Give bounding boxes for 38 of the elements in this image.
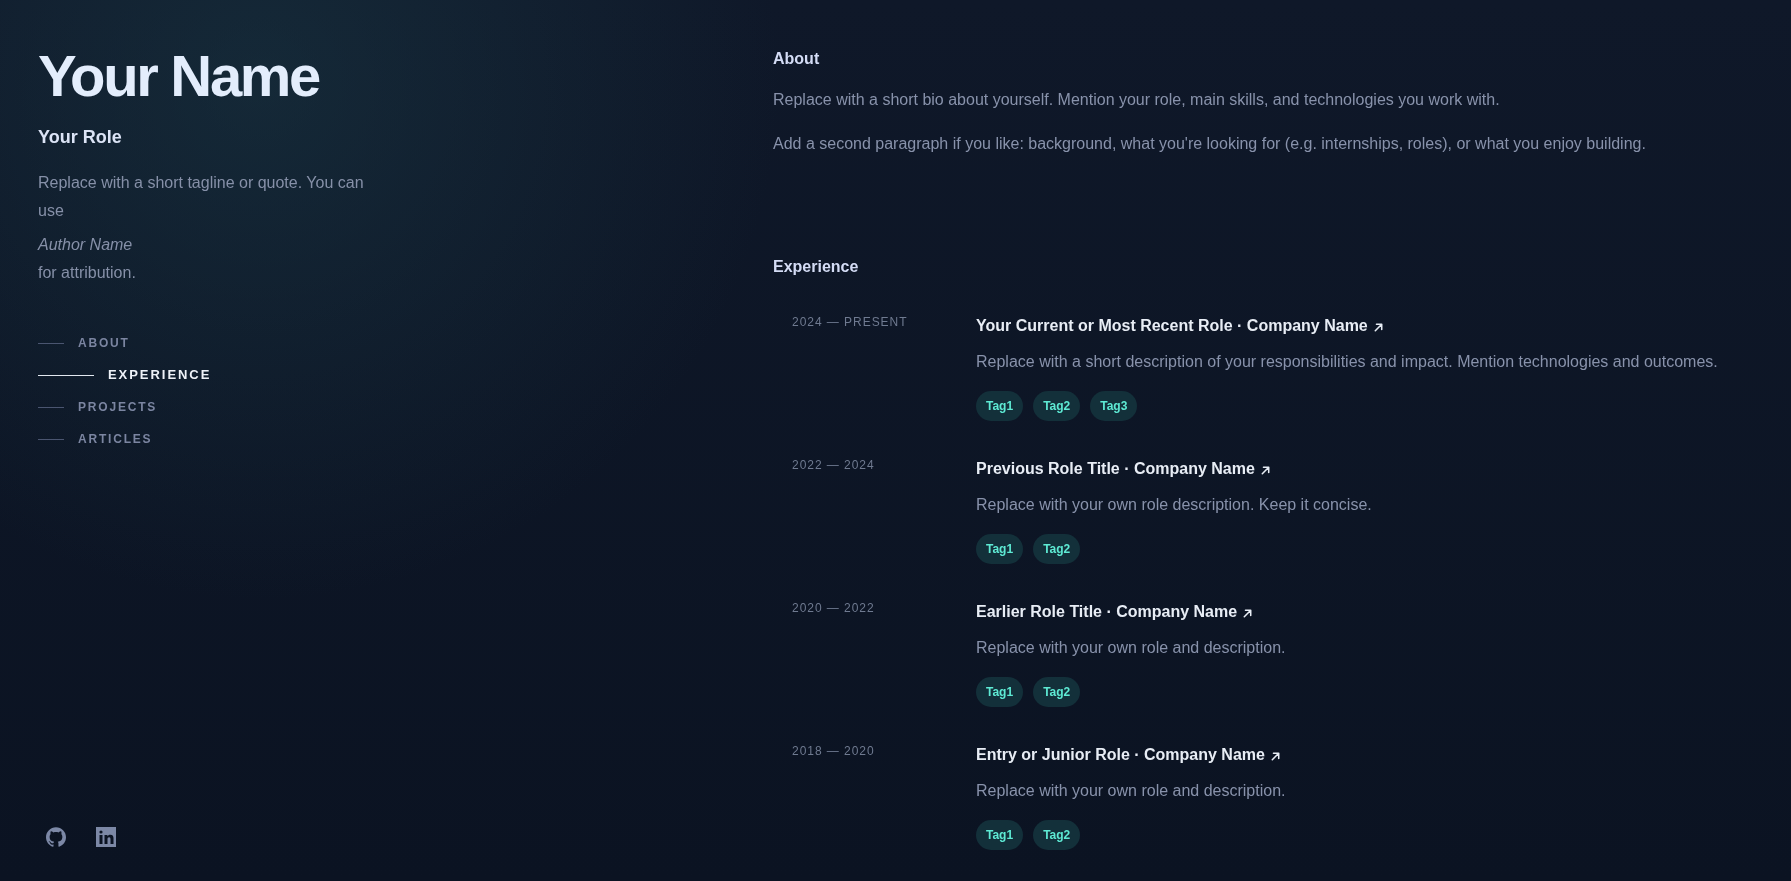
date-range: 2024 — PRESENT (792, 314, 908, 330)
date-range: 2022 — 2024 (792, 457, 875, 473)
skill-tag: Tag2 (1033, 391, 1081, 421)
nav-link[interactable]: EXPERIENCE (38, 359, 212, 391)
skill-tag: Tag1 (976, 534, 1024, 564)
github-icon[interactable] (46, 827, 66, 847)
skill-tag: Tag1 (976, 677, 1024, 707)
skill-tag: Tag3 (1090, 391, 1138, 421)
bio-paragraph: Add a second paragraph if you like: background, what you're looking for (e.g. internships, roles), or what you enjoy building. (773, 134, 1647, 154)
skill-tag: Tag1 (976, 391, 1024, 421)
section-heading: Experience (773, 257, 860, 277)
skill-tag: Tag2 (1033, 820, 1081, 850)
job-title-link[interactable]: Previous Role Title · Company Name (976, 457, 1271, 481)
job-description: Replace with your own role and description. (976, 638, 1286, 658)
job-title-link[interactable]: Earlier Role Title · Company Name (976, 600, 1254, 624)
date-range: 2018 — 2020 (792, 743, 875, 759)
diagonal-arrow-icon (1372, 321, 1384, 333)
job-description: Replace with your own role description. Keep it concise. (976, 495, 1372, 515)
role-subtitle: Your Role (38, 126, 122, 149)
job-title-link[interactable]: Entry or Junior Role · Company Name (976, 743, 1281, 767)
job-description: Replace with a short description of your responsibilities and impact. Mention technologies and outcomes. (976, 352, 1718, 372)
skill-tag: Tag2 (1033, 677, 1081, 707)
name-heading: Your Name (38, 47, 319, 105)
nav-link[interactable]: ABOUT (38, 327, 130, 359)
bio-paragraph: Replace with a short bio about yourself. Mention your role, main skills, and technologies you work with. (773, 90, 1501, 110)
tagline-text: Replace with a short tagline or quote. You can use Author Name for attribution. (38, 173, 365, 283)
job-description: Replace with your own role and description. (976, 781, 1286, 801)
job-title-link[interactable]: Your Current or Most Recent Role · Company Name (976, 314, 1384, 338)
diagonal-arrow-icon (1259, 464, 1271, 476)
diagonal-arrow-icon (1269, 750, 1281, 762)
skill-tag: Tag2 (1033, 534, 1081, 564)
nav-link[interactable]: ARTICLES (38, 423, 153, 455)
diagonal-arrow-icon (1242, 607, 1254, 619)
nav-link[interactable]: PROJECTS (38, 391, 158, 423)
linkedin-icon[interactable] (96, 827, 116, 847)
date-range: 2020 — 2022 (792, 600, 875, 616)
section-heading: About (773, 49, 821, 69)
skill-tag: Tag1 (976, 820, 1024, 850)
